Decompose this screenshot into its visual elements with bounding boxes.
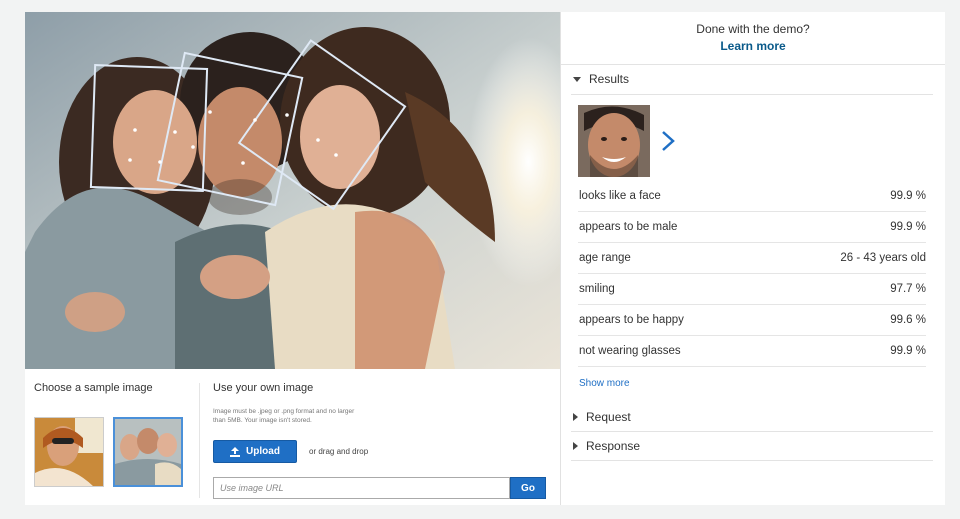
request-divider bbox=[571, 431, 933, 432]
results-panel: Done with the demo? Learn more Results l… bbox=[561, 12, 945, 505]
image-panel: Choose a sample image Use your own image… bbox=[25, 12, 561, 505]
result-value: 99.9 % bbox=[890, 190, 926, 202]
result-value: 99.9 % bbox=[890, 345, 926, 357]
result-row: appears to be happy 99.6 % bbox=[578, 305, 926, 336]
result-label: smiling bbox=[579, 283, 615, 295]
upload-button[interactable]: Upload bbox=[213, 440, 297, 463]
chevron-right-icon[interactable] bbox=[659, 130, 677, 152]
show-more-link[interactable]: Show more bbox=[579, 378, 630, 389]
learn-more-link[interactable]: Learn more bbox=[561, 39, 945, 53]
sample-image-1-picture bbox=[35, 418, 103, 486]
detected-face-thumbnail[interactable] bbox=[578, 105, 650, 177]
caret-right-icon bbox=[573, 442, 578, 450]
result-value: 26 - 43 years old bbox=[840, 252, 926, 264]
result-value: 99.9 % bbox=[890, 221, 926, 233]
results-toggle[interactable]: Results bbox=[573, 72, 629, 86]
result-label: appears to be happy bbox=[579, 314, 684, 326]
image-source-section: Choose a sample image Use your own image… bbox=[25, 369, 560, 505]
own-image-title: Use your own image bbox=[213, 382, 314, 394]
header-divider bbox=[561, 64, 945, 65]
caret-down-icon bbox=[573, 76, 581, 82]
result-label: appears to be male bbox=[579, 221, 678, 233]
results-divider bbox=[571, 94, 933, 95]
detected-face-picture bbox=[578, 105, 650, 177]
analyzed-photo bbox=[25, 12, 560, 369]
section-divider bbox=[199, 383, 200, 498]
result-label: age range bbox=[579, 252, 631, 264]
result-row: not wearing glasses 99.9 % bbox=[578, 336, 926, 367]
response-label: Response bbox=[586, 439, 641, 453]
caret-right-icon bbox=[573, 413, 578, 421]
sample-image-2[interactable] bbox=[113, 417, 183, 487]
result-row: appears to be male 99.9 % bbox=[578, 212, 926, 243]
result-value: 97.7 % bbox=[890, 283, 926, 295]
upload-button-label: Upload bbox=[246, 446, 280, 457]
result-label: looks like a face bbox=[579, 190, 661, 202]
go-button[interactable]: Go bbox=[510, 477, 546, 499]
done-demo-text: Done with the demo? bbox=[696, 22, 810, 36]
response-toggle[interactable]: Response bbox=[573, 439, 640, 453]
own-image-note: Image must be .jpeg or .png format and n… bbox=[213, 408, 355, 424]
result-value: 99.6 % bbox=[890, 314, 926, 326]
result-row: smiling 97.7 % bbox=[578, 274, 926, 305]
request-toggle[interactable]: Request bbox=[573, 410, 631, 424]
upload-icon bbox=[230, 446, 241, 457]
sample-image-1[interactable] bbox=[34, 417, 104, 487]
results-label: Results bbox=[589, 72, 630, 86]
result-row: age range 26 - 43 years old bbox=[578, 243, 926, 274]
result-row: looks like a face 99.9 % bbox=[578, 181, 926, 212]
image-url-input[interactable] bbox=[213, 477, 510, 499]
drag-drop-text: or drag and drop bbox=[309, 447, 369, 456]
demo-card: Choose a sample image Use your own image… bbox=[25, 12, 945, 505]
response-divider bbox=[571, 460, 933, 461]
sample-image-title: Choose a sample image bbox=[34, 382, 153, 394]
result-label: not wearing glasses bbox=[579, 345, 681, 357]
sample-image-2-picture bbox=[115, 419, 181, 485]
request-label: Request bbox=[586, 410, 631, 424]
